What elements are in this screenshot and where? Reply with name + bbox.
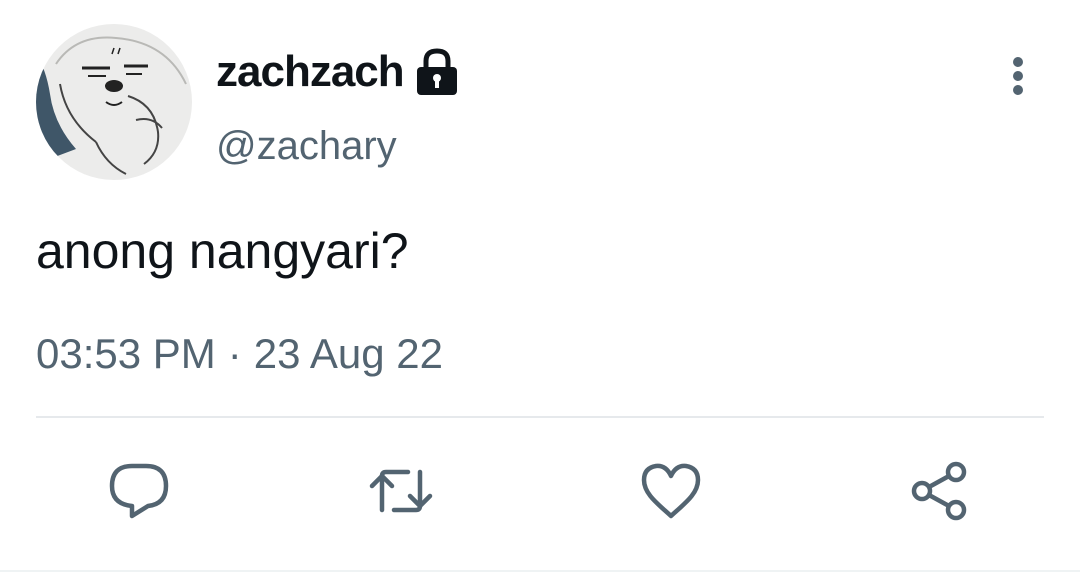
- display-name-row: zachzach: [216, 44, 460, 100]
- lock-icon: [414, 47, 460, 97]
- bottom-divider: [0, 570, 1080, 572]
- tweet-timestamp[interactable]: 03:53 PM · 23 Aug 22: [36, 330, 443, 378]
- share-icon: [911, 461, 967, 521]
- retweet-icon: [369, 469, 433, 513]
- reply-button[interactable]: [106, 458, 172, 524]
- avatar[interactable]: [36, 24, 192, 180]
- retweet-button[interactable]: [368, 458, 434, 524]
- tweet-time: 03:53 PM: [36, 330, 216, 377]
- user-handle[interactable]: @zachary: [216, 124, 397, 169]
- avatar-bear-image: [36, 24, 192, 180]
- display-name[interactable]: zachzach: [216, 47, 405, 97]
- reply-icon: [109, 463, 169, 519]
- like-button[interactable]: [638, 458, 704, 524]
- divider: [36, 416, 1044, 418]
- share-button[interactable]: [906, 458, 972, 524]
- tweet-text: anong nangyari?: [36, 223, 409, 279]
- more-vertical-icon[interactable]: [998, 52, 1038, 100]
- tweet-date: 23 Aug 22: [253, 330, 443, 377]
- heart-icon: [641, 463, 701, 519]
- timestamp-separator: ·: [227, 330, 242, 377]
